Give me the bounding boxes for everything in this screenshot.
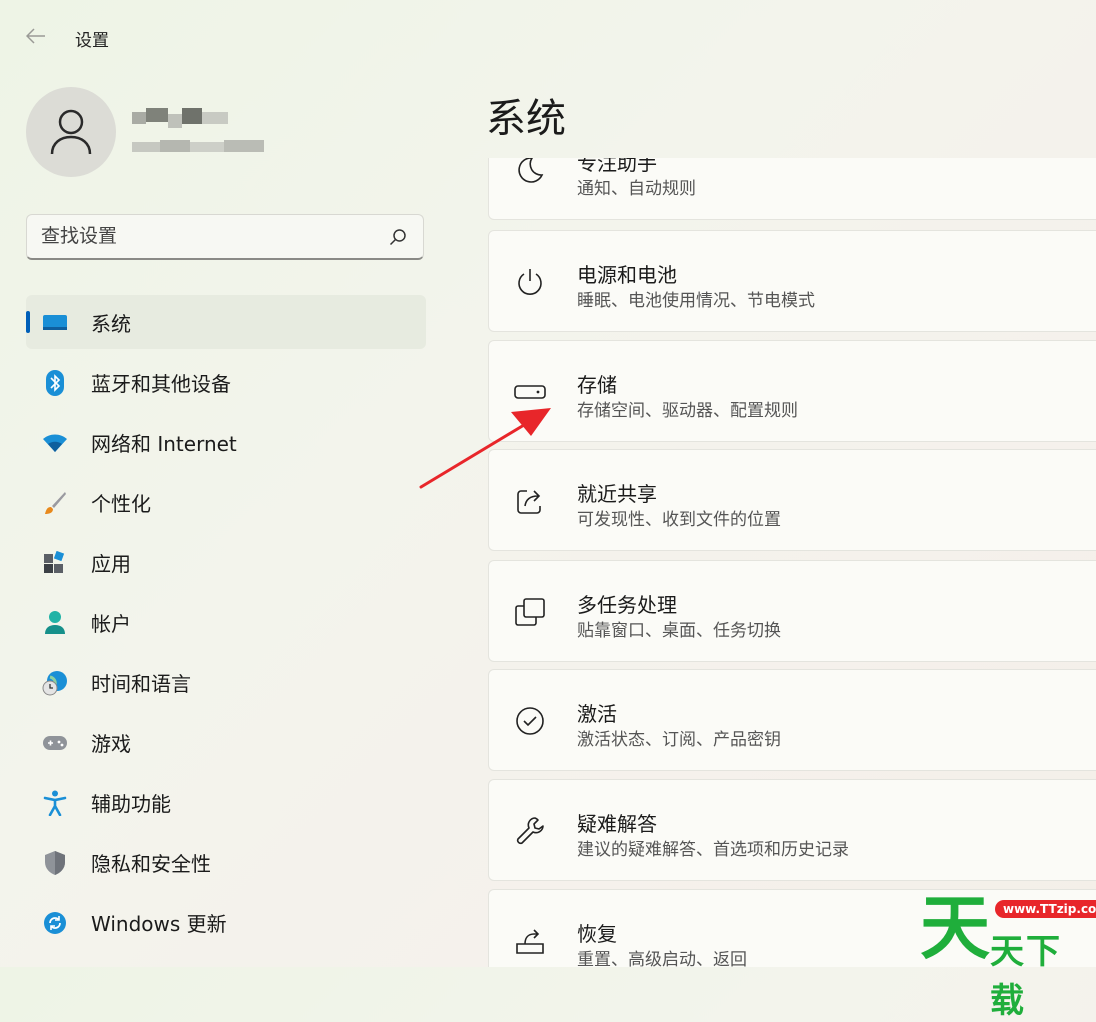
back-arrow-icon [26,28,45,44]
search-box[interactable] [26,214,424,260]
sidebar-item-bluetooth[interactable]: 蓝牙和其他设备 [26,355,426,409]
sidebar-item-label: 个性化 [91,491,151,516]
sidebar-item-apps[interactable]: 应用 [26,535,426,589]
card-storage[interactable]: 存储 存储空间、驱动器、配置规则 [488,340,1096,442]
search-icon[interactable] [389,228,407,246]
sidebar-item-label: 系统 [91,311,131,336]
card-title: 激活 [577,702,617,726]
card-nearby-sharing[interactable]: 就近共享 可发现性、收到文件的位置 [488,449,1096,551]
system-icon [42,310,68,336]
power-icon [513,265,547,299]
card-focus-assist[interactable]: 专注助手 通知、自动规则 [488,158,1096,220]
card-subtitle: 建议的疑难解答、首选项和历史记录 [577,840,849,860]
sidebar-item-accounts[interactable]: 帐户 [26,595,426,649]
multitask-icon [513,595,547,629]
app-title: 设置 [75,31,109,51]
card-subtitle: 通知、自动规则 [577,179,696,199]
update-icon [42,910,68,936]
card-title: 存储 [577,373,617,397]
wrench-icon [513,814,547,848]
apps-icon [42,550,68,576]
sidebar-item-label: 帐户 [91,611,131,636]
card-title: 多任务处理 [577,593,677,617]
watermark-text: 天下载 [990,932,1062,1021]
sidebar-item-label: 蓝牙和其他设备 [91,371,231,396]
sidebar-item-label: 辅助功能 [91,791,171,816]
moon-icon [513,158,547,187]
sidebar-item-system[interactable]: 系统 [26,295,426,349]
recovery-icon [513,924,547,958]
sidebar-item-windows-update[interactable]: Windows 更新 [26,895,426,949]
card-power-battery[interactable]: 电源和电池 睡眠、电池使用情况、节电模式 [488,230,1096,332]
title-bar: 设置 [0,0,1096,72]
page-title: 系统 [486,96,566,142]
sidebar-item-privacy[interactable]: 隐私和安全性 [26,835,426,889]
card-title: 疑难解答 [577,812,657,836]
card-subtitle: 重置、高级启动、返回 [577,950,747,967]
card-subtitle: 激活状态、订阅、产品密钥 [577,730,781,750]
person-icon [50,109,92,155]
gamepad-icon [42,730,68,756]
card-title: 电源和电池 [577,263,677,287]
back-button[interactable] [20,22,52,50]
selection-indicator [26,311,30,333]
sidebar-item-label: 网络和 Internet [91,431,237,456]
card-subtitle: 贴靠窗口、桌面、任务切换 [577,621,781,641]
sidebar-item-personalization[interactable]: 个性化 [26,475,426,529]
brush-icon [42,490,68,516]
avatar[interactable] [26,87,116,177]
profile-name-blurred [132,108,232,132]
card-title: 恢复 [577,922,617,946]
settings-list: 专注助手 通知、自动规则 电源和电池 睡眠、电池使用情况、节电模式 存储 存储空… [486,158,1096,967]
card-subtitle: 可发现性、收到文件的位置 [577,510,781,530]
watermark-big-char: 天 [920,887,990,969]
sidebar-item-label: 时间和语言 [91,671,191,696]
sidebar-item-label: 游戏 [91,731,131,756]
sidebar-item-label: 隐私和安全性 [91,851,211,876]
sidebar-item-gaming[interactable]: 游戏 [26,715,426,769]
card-multitasking[interactable]: 多任务处理 贴靠窗口、桌面、任务切换 [488,560,1096,662]
shield-icon [42,850,68,876]
sidebar-item-label: Windows 更新 [91,911,227,936]
profile-email-blurred [132,140,264,156]
account-icon [42,610,68,636]
sidebar-nav: 系统 蓝牙和其他设备 网络和 Internet 个性化 应用 帐户 时间和语言 … [26,295,426,955]
sidebar-item-label: 应用 [91,551,131,576]
watermark-url: www.TTzip.com [995,900,1096,918]
check-circle-icon [513,704,547,738]
bluetooth-icon [42,370,68,396]
accessibility-icon [42,790,68,816]
sidebar-item-time-language[interactable]: 时间和语言 [26,655,426,709]
sidebar-item-network[interactable]: 网络和 Internet [26,415,426,469]
search-input[interactable] [41,225,371,247]
card-troubleshoot[interactable]: 疑难解答 建议的疑难解答、首选项和历史记录 [488,779,1096,881]
watermark-logo: 天 www.TTzip.com 天下载 [920,887,1096,1021]
card-activation[interactable]: 激活 激活状态、订阅、产品密钥 [488,669,1096,771]
card-title: 就近共享 [577,482,657,506]
globe-clock-icon [42,670,68,696]
sidebar-item-accessibility[interactable]: 辅助功能 [26,775,426,829]
card-subtitle: 睡眠、电池使用情况、节电模式 [577,291,815,311]
card-subtitle: 存储空间、驱动器、配置规则 [577,401,798,421]
annotation-arrow-icon [419,408,551,489]
wifi-icon [42,430,68,456]
